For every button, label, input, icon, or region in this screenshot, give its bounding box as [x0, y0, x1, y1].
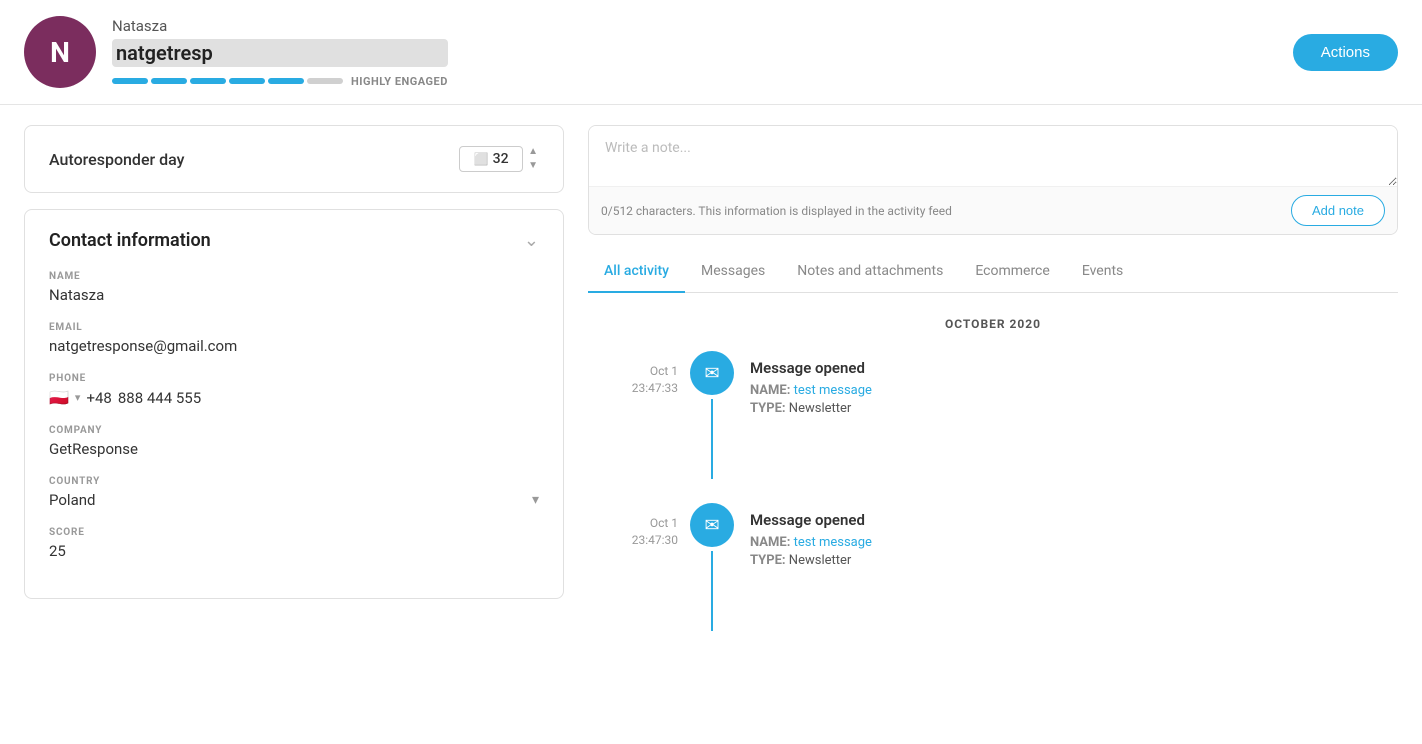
- message-opened-icon-2: ✉: [690, 503, 734, 547]
- collapse-icon[interactable]: ⌄: [524, 230, 539, 251]
- activity-name-detail-2: NAME: test message: [750, 535, 872, 550]
- contact-card-title: Contact information: [49, 230, 211, 251]
- country-label: COUNTRY: [49, 476, 539, 487]
- left-panel: Autoresponder day ⬜ 32 ▲ ▼ Contact infor…: [24, 125, 564, 599]
- company-label: COMPANY: [49, 425, 539, 436]
- stepper-down-button[interactable]: ▼: [527, 160, 539, 172]
- activity-date-1: Oct 1: [588, 363, 678, 380]
- flag-icon: 🇵🇱: [49, 388, 69, 407]
- engagement-bar: HIGHLY ENGAGED: [112, 75, 448, 88]
- activity-time-1: Oct 1 23:47:33: [588, 351, 678, 397]
- engagement-label: HIGHLY ENGAGED: [351, 75, 448, 88]
- avatar: N: [24, 16, 96, 88]
- autoresponder-card: Autoresponder day ⬜ 32 ▲ ▼: [24, 125, 564, 193]
- field-country: COUNTRY Poland ▾: [49, 476, 539, 509]
- stepper-value: 32: [493, 151, 509, 167]
- bar-seg-6: [307, 78, 343, 84]
- stepper-input-wrap: ⬜ 32: [459, 146, 523, 172]
- phone-prefix: +48: [86, 389, 111, 407]
- activity-name-detail-1: NAME: test message: [750, 383, 872, 398]
- activity-type-detail-2: TYPE: Newsletter: [750, 553, 872, 568]
- tab-all-activity[interactable]: All activity: [588, 251, 685, 293]
- tab-messages[interactable]: Messages: [685, 251, 781, 293]
- timeline-line-2: [711, 551, 713, 631]
- field-score: SCORE 25: [49, 527, 539, 560]
- note-footer: 0/512 characters. This information is di…: [589, 186, 1397, 234]
- activity-title-2: Message opened: [750, 511, 872, 529]
- bar-seg-2: [151, 78, 187, 84]
- activity-timeline-2: ✉: [690, 503, 734, 631]
- contact-card-header: Contact information ⌄: [49, 230, 539, 251]
- contact-information-card: Contact information ⌄ NAME Natasza EMAIL…: [24, 209, 564, 599]
- activity-content-2: Message opened NAME: test message TYPE: …: [750, 503, 872, 571]
- timeline-line-1: [711, 399, 713, 479]
- bar-seg-1: [112, 78, 148, 84]
- stepper-up-button[interactable]: ▲: [527, 146, 539, 158]
- company-value: GetResponse: [49, 440, 539, 458]
- field-name: NAME Natasza: [49, 271, 539, 304]
- header-info: Natasza natgetresp HIGHLY ENGAGED: [112, 17, 448, 88]
- main-layout: Autoresponder day ⬜ 32 ▲ ▼ Contact infor…: [0, 105, 1422, 675]
- type-detail-value-2: Newsletter: [789, 553, 852, 568]
- stepper-arrows: ▲ ▼: [527, 146, 539, 172]
- activity-item-1: Oct 1 23:47:33 ✉ Message opened NAME: te…: [588, 351, 1398, 479]
- note-char-count: 0/512 characters. This information is di…: [601, 204, 952, 218]
- contact-name: Natasza: [112, 17, 448, 35]
- phone-flag-dropdown[interactable]: ▾: [75, 391, 81, 404]
- activity-type-detail-1: TYPE: Newsletter: [750, 401, 872, 416]
- type-detail-label-2: TYPE:: [750, 553, 786, 568]
- phone-number: 888 444 555: [118, 389, 201, 407]
- phone-row: 🇵🇱 ▾ +48 888 444 555: [49, 388, 539, 407]
- email-label: EMAIL: [49, 322, 539, 333]
- activity-title-1: Message opened: [750, 359, 872, 377]
- activity-item-2: Oct 1 23:47:30 ✉ Message opened NAME: te…: [588, 503, 1398, 631]
- month-label: OCTOBER 2020: [588, 317, 1398, 331]
- contact-header: N Natasza natgetresp HIGHLY ENGAGED Acti…: [0, 0, 1422, 105]
- tab-notes-attachments[interactable]: Notes and attachments: [781, 251, 959, 293]
- note-textarea[interactable]: [589, 126, 1397, 186]
- tab-events[interactable]: Events: [1066, 251, 1139, 293]
- field-phone: PHONE 🇵🇱 ▾ +48 888 444 555: [49, 373, 539, 407]
- autoresponder-label: Autoresponder day: [49, 150, 185, 169]
- name-value: Natasza: [49, 286, 539, 304]
- activity-timestamp-1: 23:47:33: [588, 380, 678, 397]
- name-detail-label-1: NAME:: [750, 383, 790, 398]
- stepper-calendar-icon: ⬜: [474, 152, 489, 166]
- name-detail-label-2: NAME:: [750, 535, 790, 550]
- phone-label: PHONE: [49, 373, 539, 384]
- engagement-segments: [112, 78, 343, 84]
- email-value: natgetresponse@gmail.com: [49, 337, 539, 355]
- activity-timeline-1: ✉: [690, 351, 734, 479]
- score-label: SCORE: [49, 527, 539, 538]
- type-detail-value-1: Newsletter: [789, 401, 852, 416]
- country-value: Poland: [49, 491, 95, 509]
- score-value: 25: [49, 542, 539, 560]
- actions-button[interactable]: Actions: [1293, 34, 1398, 71]
- name-label: NAME: [49, 271, 539, 282]
- right-panel: 0/512 characters. This information is di…: [588, 125, 1398, 655]
- type-detail-label-1: TYPE:: [750, 401, 786, 416]
- name-detail-value-2: test message: [794, 535, 872, 550]
- bar-seg-5: [268, 78, 304, 84]
- bar-seg-4: [229, 78, 265, 84]
- bar-seg-3: [190, 78, 226, 84]
- tab-ecommerce[interactable]: Ecommerce: [959, 251, 1065, 293]
- activity-date-2: Oct 1: [588, 515, 678, 532]
- activity-time-2: Oct 1 23:47:30: [588, 503, 678, 549]
- country-dropdown-icon[interactable]: ▾: [532, 492, 539, 508]
- field-company: COMPANY GetResponse: [49, 425, 539, 458]
- note-box: 0/512 characters. This information is di…: [588, 125, 1398, 235]
- field-email: EMAIL natgetresponse@gmail.com: [49, 322, 539, 355]
- add-note-button[interactable]: Add note: [1291, 195, 1385, 226]
- contact-email-display: natgetresp: [112, 39, 448, 67]
- message-opened-icon-1: ✉: [690, 351, 734, 395]
- activity-timestamp-2: 23:47:30: [588, 532, 678, 549]
- activity-content-1: Message opened NAME: test message TYPE: …: [750, 351, 872, 419]
- name-detail-value-1: test message: [794, 383, 872, 398]
- country-row: Poland ▾: [49, 491, 539, 509]
- activity-tabs: All activity Messages Notes and attachme…: [588, 251, 1398, 293]
- autoresponder-stepper[interactable]: ⬜ 32 ▲ ▼: [459, 146, 539, 172]
